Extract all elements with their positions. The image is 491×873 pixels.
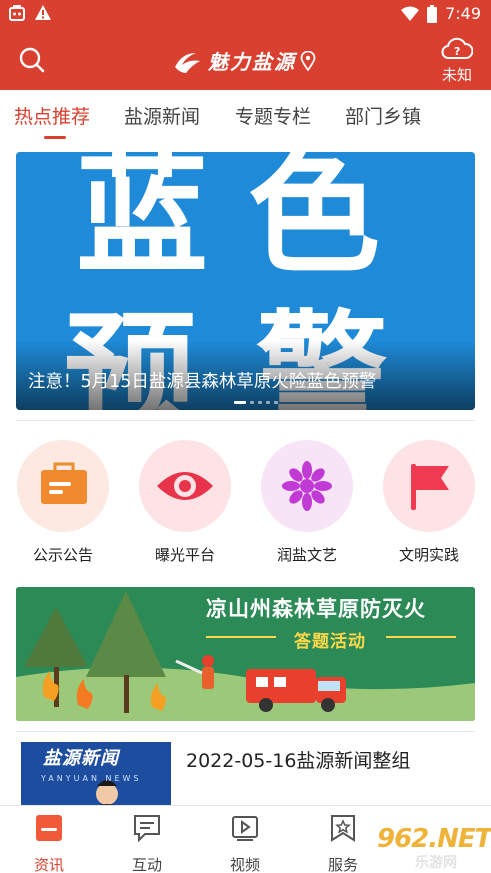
banner-art-line1: 蓝色 (76, 152, 420, 292)
banner-pagination (234, 401, 278, 404)
entry-label: 润盐文艺 (276, 546, 337, 564)
watermark: 962.NET 乐游网 (355, 822, 491, 872)
app-notification-icon (9, 5, 25, 21)
divider (16, 731, 475, 732)
banner-caption: 注意！5月15日盐源县森林草原火险蓝色预警 (28, 372, 377, 392)
weather-label: 未知 (441, 66, 472, 84)
warning-icon (35, 5, 51, 20)
news-thumbnail[interactable]: 盐源新闻 YANYUAN NEWS (21, 742, 171, 810)
thumb-title: 盐源新闻 (43, 748, 119, 769)
service-icon (331, 815, 355, 842)
hero-banner[interactable]: 蓝色 预警 注意！5月15日盐源县森林草原火险蓝色预警 (16, 152, 475, 410)
svg-text:?: ? (454, 45, 460, 58)
promo-subtitle: 答题活动 (294, 632, 366, 652)
promo-title: 凉山州森林草原防灭火 (206, 597, 426, 621)
entry-icon-bg (261, 440, 353, 532)
thumb-subtitle: YANYUAN NEWS (41, 774, 142, 783)
tab-yanyuan-news[interactable]: 盐源新闻 (124, 102, 200, 129)
entry-exposure-platform[interactable]: 曝光平台 (138, 440, 232, 570)
banner-dot[interactable] (250, 401, 254, 404)
watermark-subtext: 乐游网 (415, 855, 457, 871)
entry-civilization-practice[interactable]: 文明实践 (382, 440, 476, 570)
entry-label: 曝光平台 (154, 546, 215, 564)
divider (16, 420, 475, 421)
nav-label: 互动 (131, 856, 162, 873)
wifi-icon (401, 6, 420, 21)
tab-special-topics[interactable]: 专题专栏 (235, 102, 311, 129)
chat-icon (134, 815, 160, 843)
entry-icon-bg (17, 440, 109, 532)
watermark-text: 962.NET (377, 824, 491, 854)
logo-icon (175, 52, 200, 73)
tab-hot-recommend[interactable]: 热点推荐 (14, 102, 90, 129)
flower-icon (282, 461, 332, 511)
banner-dot[interactable] (266, 401, 270, 404)
status-icons-right: 7:49 (401, 4, 481, 23)
news-title[interactable]: 2022-05-16盐源新闻整组 (186, 746, 410, 773)
nav-news[interactable]: 资讯 (14, 814, 84, 873)
banner-dot[interactable] (234, 401, 246, 404)
entry-label: 公示公告 (32, 546, 93, 564)
battery-icon (427, 4, 438, 23)
banner-dot[interactable] (258, 401, 262, 404)
app-header: 魅力盐源 ? 未知 (0, 28, 491, 90)
cloud-question-icon: ? (441, 37, 474, 59)
promo-banner[interactable]: 凉山州森林草原防灭火 答题活动 (16, 587, 475, 721)
weather-widget[interactable]: ? 未知 (437, 36, 477, 85)
video-icon (232, 816, 258, 841)
entry-public-notice[interactable]: 公示公告 (16, 440, 110, 570)
nav-video[interactable]: 视频 (210, 814, 280, 873)
search-icon[interactable] (18, 46, 46, 74)
brand: 魅力盐源 (172, 46, 316, 75)
status-icons-left (8, 4, 52, 22)
eye-icon (157, 472, 213, 500)
nav-interaction[interactable]: 互动 (112, 814, 182, 873)
nav-label: 资讯 (33, 856, 64, 873)
status-time: 7:49 (445, 4, 481, 23)
status-bar: 7:49 (0, 0, 491, 28)
news-icon (36, 815, 62, 841)
app-title: 魅力盐源 (208, 50, 296, 74)
bulletin-icon (41, 462, 87, 504)
entry-icon-bg (139, 440, 231, 532)
entry-icon-bg (383, 440, 475, 532)
entry-culture-arts[interactable]: 润盐文艺 (260, 440, 354, 570)
category-tabs: 热点推荐 盐源新闻 专题专栏 部门乡镇 (0, 90, 491, 142)
tab-departments-towns[interactable]: 部门乡镇 (345, 102, 421, 129)
entry-label: 文明实践 (398, 546, 459, 564)
app-screen: 7:49 魅力盐源 ? 未知 热点推荐 盐源新闻 专题专栏 部门乡镇 蓝色 注意… (0, 0, 491, 873)
flag-icon (411, 464, 449, 510)
active-tab-indicator (44, 136, 66, 139)
nav-label: 视频 (229, 856, 260, 873)
banner-dot[interactable] (274, 401, 278, 404)
location-pin-icon[interactable] (300, 50, 316, 71)
